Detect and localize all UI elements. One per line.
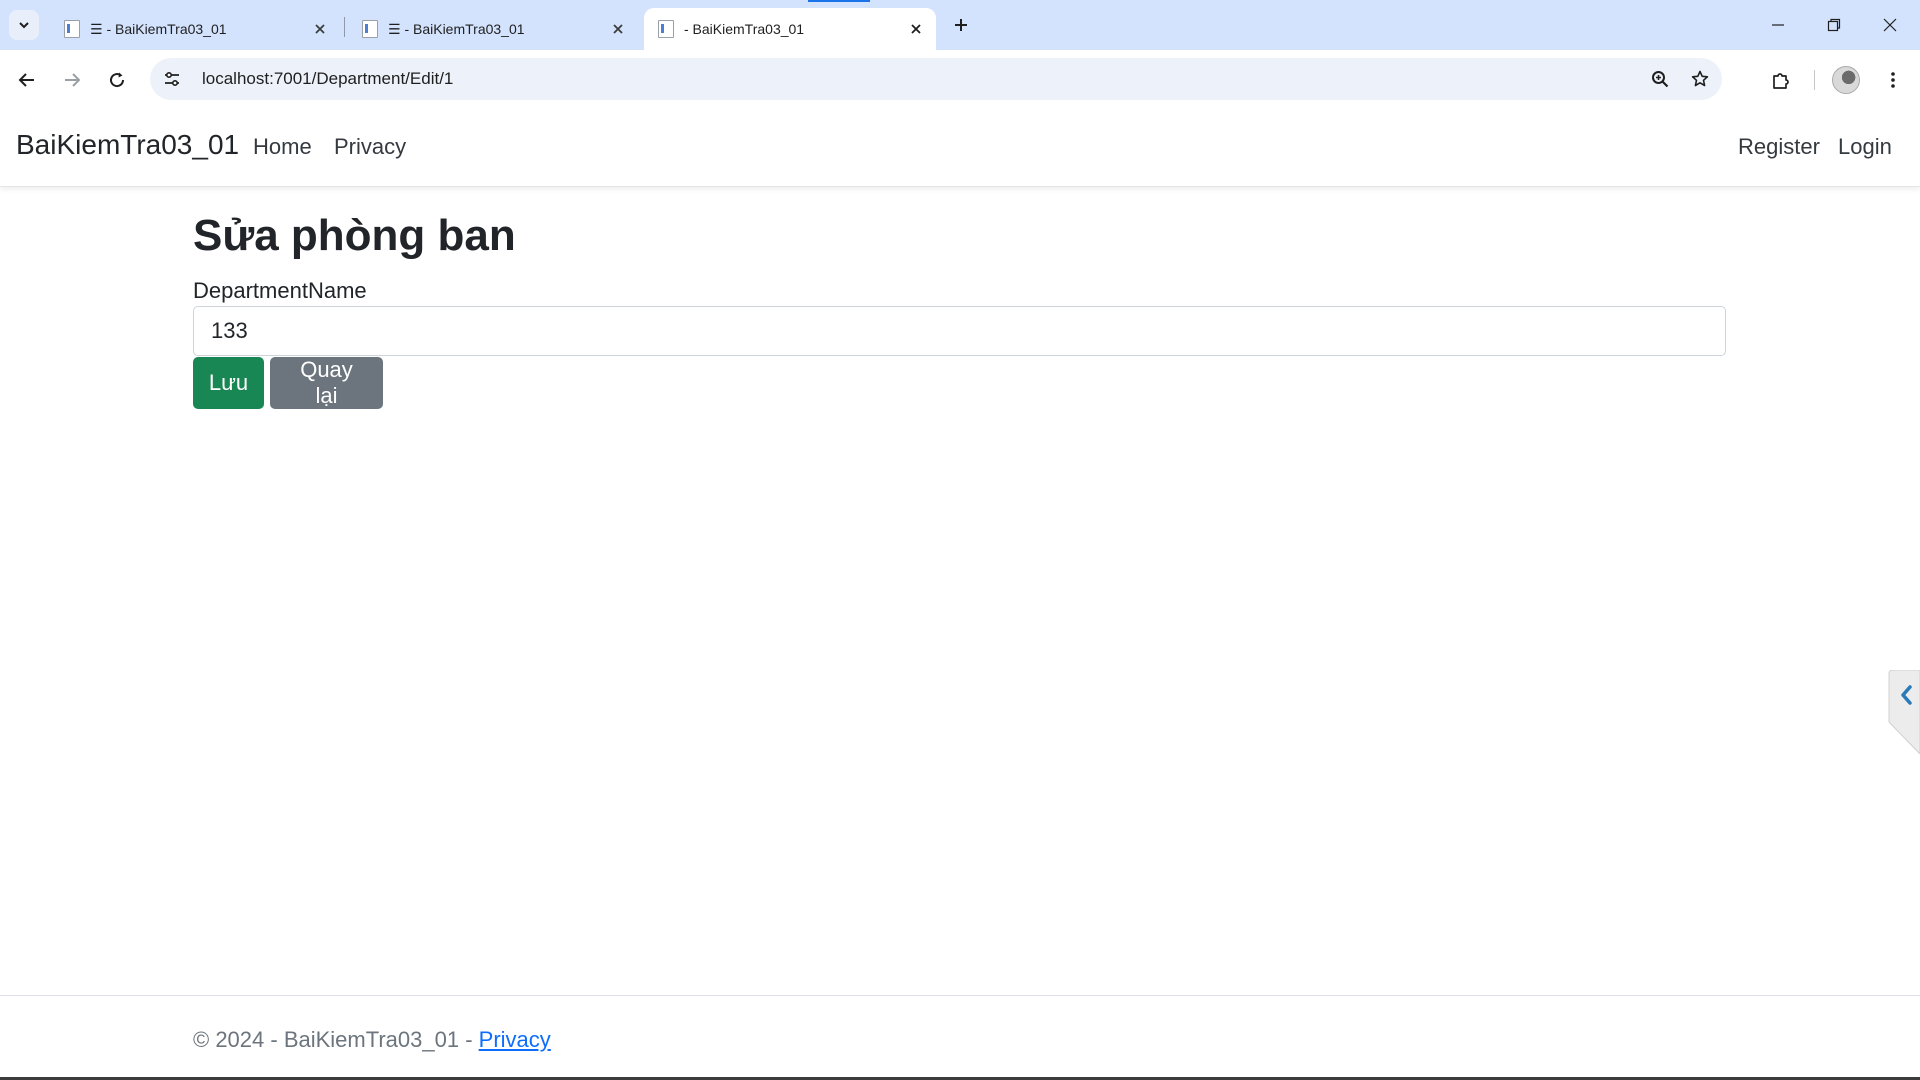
side-panel-toggle[interactable] [1887, 669, 1920, 755]
browser-tab-1[interactable]: ☰ - BaiKiemTra03_01 [50, 8, 340, 50]
browser-tab-2[interactable]: ☰ - BaiKiemTra03_01 [348, 8, 638, 50]
tab-close-icon[interactable] [608, 19, 628, 39]
tune-icon [165, 71, 179, 87]
reload-button[interactable] [101, 64, 133, 96]
close-window-button[interactable] [1862, 0, 1918, 50]
profile-button[interactable] [1830, 64, 1862, 96]
footer-privacy-link[interactable]: Privacy [479, 1027, 551, 1052]
tab-title: ☰ - BaiKiemTra03_01 [388, 20, 525, 37]
forward-button[interactable] [56, 64, 88, 96]
extensions-button[interactable] [1765, 64, 1797, 96]
browser-tab-active[interactable]: - BaiKiemTra03_01 [644, 8, 936, 50]
site-info-button[interactable] [156, 63, 188, 95]
plus-icon [955, 19, 967, 31]
save-button[interactable]: Lưu [193, 357, 264, 409]
minimize-button[interactable] [1750, 0, 1806, 50]
address-bar[interactable]: localhost:7001/Department/Edit/1 [150, 58, 1722, 100]
url-text[interactable]: localhost:7001/Department/Edit/1 [202, 69, 1642, 89]
tab-close-icon[interactable] [310, 19, 330, 39]
close-icon [1883, 18, 1897, 32]
restore-button[interactable] [1806, 0, 1862, 50]
avatar [1832, 66, 1860, 94]
nav-link-privacy[interactable]: Privacy [334, 134, 406, 160]
copyright-text: © 2024 - BaiKiemTra03_01 - [193, 1027, 479, 1052]
back-button-page[interactable]: Quay lại [270, 357, 383, 409]
page-favicon-icon [362, 20, 378, 38]
arrow-right-icon [65, 73, 81, 87]
browser-tabstrip: ☰ - BaiKiemTra03_01 ☰ - BaiKiemTra03_01 … [0, 0, 1920, 50]
site-navbar: BaiKiemTra03_01 Home Privacy Register Lo… [0, 109, 1920, 187]
nav-link-home[interactable]: Home [253, 134, 312, 160]
browser-menu-button[interactable] [1877, 64, 1909, 96]
new-tab-button[interactable] [947, 11, 975, 39]
footer-text: © 2024 - BaiKiemTra03_01 - Privacy [193, 1027, 551, 1053]
more-vertical-icon [1891, 72, 1895, 88]
tab-close-icon[interactable] [906, 19, 926, 39]
page-title: Sửa phòng ban [193, 211, 516, 260]
zoom-icon [1652, 71, 1669, 88]
arrow-left-icon [18, 73, 34, 87]
tab-loading-indicator [808, 0, 870, 2]
page-favicon-icon [64, 20, 80, 38]
zoom-button[interactable] [1642, 61, 1678, 97]
reload-icon [110, 72, 125, 88]
browser-toolbar: localhost:7001/Department/Edit/1 [0, 50, 1920, 110]
back-button[interactable] [11, 64, 43, 96]
tab-title: - BaiKiemTra03_01 [684, 21, 805, 37]
minimize-icon [1772, 24, 1784, 26]
puzzle-icon [1773, 73, 1789, 89]
tab-title: ☰ - BaiKiemTra03_01 [90, 20, 227, 37]
restore-icon [1827, 18, 1841, 32]
nav-link-register[interactable]: Register [1738, 134, 1820, 160]
tab-search-button[interactable] [9, 10, 39, 40]
navbar-brand[interactable]: BaiKiemTra03_01 [16, 129, 239, 161]
star-icon [1691, 70, 1709, 87]
toolbar-divider [1814, 70, 1815, 90]
nav-link-login[interactable]: Login [1838, 134, 1892, 160]
chevron-left-icon [1888, 669, 1920, 755]
chevron-down-icon [19, 22, 29, 29]
department-name-label: DepartmentName [193, 278, 367, 303]
bookmark-button[interactable] [1682, 61, 1718, 97]
tab-separator [344, 17, 345, 37]
page-favicon-icon [658, 20, 674, 38]
department-name-input[interactable] [193, 306, 1726, 356]
site-footer: © 2024 - BaiKiemTra03_01 - Privacy [0, 995, 1920, 1078]
